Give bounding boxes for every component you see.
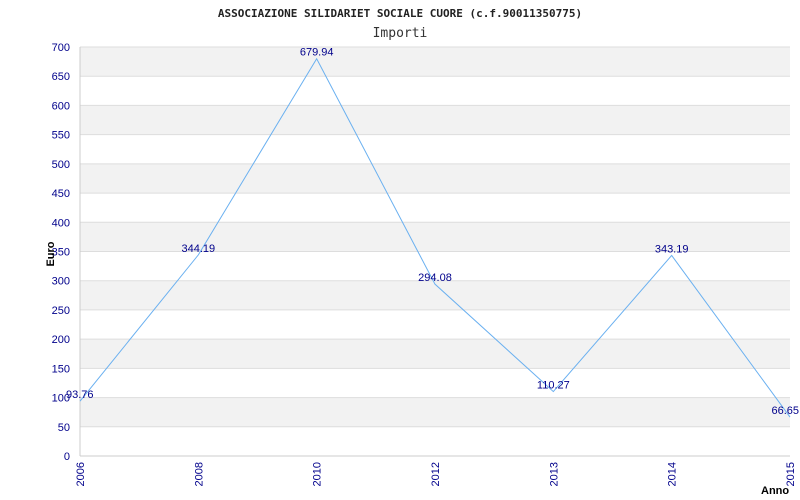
data-label: 679.94: [300, 47, 334, 59]
y-tick-label: 300: [52, 276, 70, 288]
data-label: 343.19: [655, 243, 689, 255]
x-tick-labels: 2006 2008 2010 2012 2013 2014 2015: [75, 462, 797, 486]
y-tick-label: 0: [64, 451, 70, 463]
x-tick-label: 2008: [193, 462, 205, 486]
y-tick-label: 50: [58, 422, 70, 434]
x-tick-label: 2015: [785, 462, 797, 486]
x-tick-label: 2014: [667, 462, 679, 486]
y-tick-label: 500: [52, 159, 70, 171]
grid-band: [80, 280, 790, 310]
grid-band: [80, 339, 790, 369]
y-tick-label: 450: [52, 188, 70, 200]
x-tick-label: 2010: [312, 462, 324, 486]
y-tick-label: 400: [52, 217, 70, 229]
chart-subtitle: Importi: [373, 26, 428, 41]
data-label: 294.08: [418, 272, 452, 284]
y-tick-label: 250: [52, 305, 70, 317]
x-tick-label: 2012: [430, 462, 442, 486]
line-chart: 0501001502002503003504004505005506006507…: [45, 7, 799, 497]
y-tick-label: 200: [52, 334, 70, 346]
data-label: 344.19: [182, 243, 216, 255]
plot-bands: [80, 47, 790, 427]
data-label: 93.76: [66, 389, 94, 401]
y-axis-title: Euro: [45, 241, 57, 266]
y-tick-label: 600: [52, 100, 70, 112]
grid-band: [80, 47, 790, 77]
x-axis-title: Anno: [761, 485, 789, 497]
x-tick-label: 2013: [548, 462, 560, 486]
y-tick-label: 150: [52, 363, 70, 375]
chart-title: ASSOCIAZIONE SILIDARIET SOCIALE CUORE (c…: [218, 7, 582, 20]
grid-band: [80, 105, 790, 135]
grid-band: [80, 397, 790, 427]
y-tick-label: 650: [52, 71, 70, 83]
y-tick-label: 700: [52, 42, 70, 54]
data-label: 66.65: [771, 405, 799, 417]
x-tick-label: 2006: [75, 462, 87, 486]
grid-band: [80, 163, 790, 194]
y-tick-label: 550: [52, 130, 70, 142]
data-label: 110.27: [537, 380, 570, 392]
